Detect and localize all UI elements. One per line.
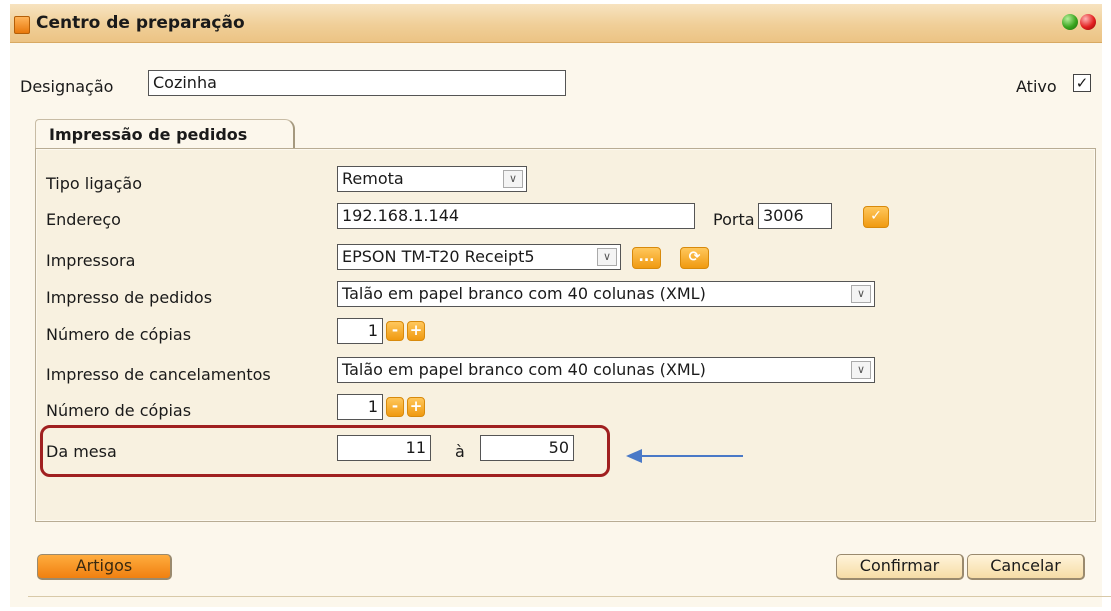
refresh-printers-button[interactable]: ⟳ (680, 247, 709, 269)
copias-cancelamentos-minus-button[interactable]: - (386, 397, 404, 417)
highlight-annotation (40, 425, 610, 477)
copias-pedidos-label: Número de cópias (46, 325, 192, 344)
arrow-annotation-line (640, 455, 743, 457)
tab-label: Impressão de pedidos (49, 125, 248, 144)
impressora-label: Impressora (46, 251, 136, 270)
impressora-value: EPSON TM-T20 Receipt5 (342, 247, 535, 266)
chevron-down-icon[interactable]: ∨ (851, 361, 871, 379)
close-dot-icon[interactable] (1080, 14, 1096, 30)
impresso-cancelamentos-value: Talão em papel branco com 40 colunas (XM… (342, 360, 706, 379)
ativo-checkbox[interactable]: ✓ (1073, 74, 1091, 92)
title-bar: Centro de preparação (10, 4, 1102, 43)
cancelar-button[interactable]: Cancelar (967, 554, 1085, 580)
porta-input[interactable]: 3006 (758, 203, 832, 229)
chevron-down-icon[interactable]: ∨ (851, 285, 871, 303)
designacao-input[interactable]: Cozinha (148, 70, 566, 96)
impresso-cancelamentos-select[interactable]: Talão em papel branco com 40 colunas (XM… (337, 357, 875, 383)
endereco-input[interactable]: 192.168.1.144 (337, 203, 695, 229)
copias-pedidos-minus-button[interactable]: - (386, 321, 404, 341)
impresso-cancelamentos-label: Impresso de cancelamentos (46, 365, 271, 384)
chevron-down-icon[interactable]: ∨ (503, 170, 523, 188)
tipo-ligacao-value: Remota (342, 169, 404, 188)
endereco-label: Endereço (46, 210, 121, 229)
confirmar-button[interactable]: Confirmar (836, 554, 964, 580)
footer-divider (28, 596, 1111, 597)
tipo-ligacao-label: Tipo ligação (46, 174, 142, 193)
chevron-down-icon[interactable]: ∨ (597, 248, 617, 266)
copias-pedidos-plus-button[interactable]: + (407, 321, 425, 341)
ativo-label: Ativo (1016, 77, 1057, 96)
copias-cancelamentos-input[interactable]: 1 (337, 394, 383, 420)
tipo-ligacao-select[interactable]: Remota ∨ (337, 166, 527, 192)
impressora-select[interactable]: EPSON TM-T20 Receipt5 ∨ (337, 244, 621, 270)
impresso-pedidos-value: Talão em papel branco com 40 colunas (XM… (342, 284, 706, 303)
copias-pedidos-input[interactable]: 1 (337, 318, 383, 344)
check-connection-button[interactable]: ✓ (863, 206, 889, 228)
dialog-window: Centro de preparação Designação Cozinha … (10, 4, 1111, 607)
window-title: Centro de preparação (36, 13, 245, 33)
porta-label: Porta (713, 210, 755, 229)
window-icon (14, 16, 30, 34)
designacao-label: Designação (20, 77, 114, 96)
maximize-dot-icon[interactable] (1062, 14, 1078, 30)
impresso-pedidos-label: Impresso de pedidos (46, 288, 213, 307)
browse-printer-button[interactable]: ... (632, 247, 661, 269)
copias-cancelamentos-plus-button[interactable]: + (407, 397, 425, 417)
copias-cancelamentos-label: Número de cópias (46, 401, 192, 420)
impresso-pedidos-select[interactable]: Talão em papel branco com 40 colunas (XM… (337, 281, 875, 307)
artigos-button[interactable]: Artigos (37, 554, 172, 580)
